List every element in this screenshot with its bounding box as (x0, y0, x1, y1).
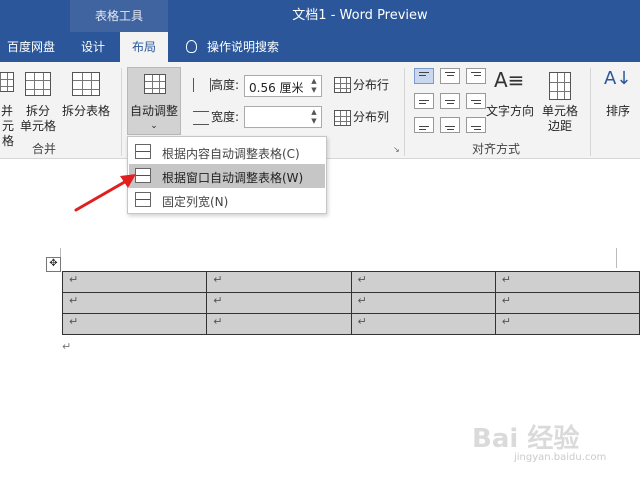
menu-item-label: 根据内容自动调整表格(C) (162, 147, 300, 161)
table-cell[interactable]: ↵ (206, 313, 352, 335)
group-separator (404, 68, 405, 156)
menu-item-autofit-contents[interactable]: 根据内容自动调整表格(C) (129, 140, 325, 164)
menu-item-fixed-column-width[interactable]: 固定列宽(N) (129, 188, 325, 212)
align-bottom-right-icon[interactable] (466, 117, 486, 133)
table-cell[interactable]: ↵ (494, 313, 640, 335)
split-cells-line1: 拆分 (25, 104, 50, 118)
tab-layout[interactable]: 布局 (120, 32, 168, 62)
watermark-url: jingyan.baidu.com (514, 452, 607, 463)
width-label: 宽度: (211, 110, 240, 124)
table-cell[interactable]: ↵ (61, 313, 208, 335)
split-cells-line2: 单元格 (19, 119, 56, 133)
cell-margins-line2: 边距 (547, 119, 572, 133)
distribute-rows-label: 分布行 (353, 78, 390, 92)
document-table[interactable]: ↵ ↵ ↵ ↵ ↵ ↵ ↵ ↵ ↵ ↵ ↵ ↵ (61, 271, 640, 335)
table-cell[interactable]: ↵ (61, 292, 208, 314)
text-direction-label: 文字方向 (485, 104, 534, 118)
menu-item-autofit-window[interactable]: 根据窗口自动调整表格(W) (129, 164, 325, 188)
cell-size-dialog-launcher-icon[interactable]: ↘ (393, 145, 400, 154)
align-middle-left-icon[interactable] (414, 93, 434, 109)
sort-label: 排序 (605, 104, 630, 118)
autofit-label: 自动调整 (129, 104, 178, 118)
lightbulb-icon (186, 40, 197, 53)
tab-design[interactable]: 设计 (70, 32, 116, 62)
width-icon (193, 111, 209, 125)
align-top-center-icon[interactable] (440, 68, 460, 84)
chevron-down-icon: ⌄ (150, 121, 158, 131)
align-top-right-icon[interactable] (466, 68, 486, 84)
distribute-columns-label: 分布列 (353, 110, 390, 124)
table-cell[interactable]: ↵ (494, 271, 640, 293)
text-direction-icon: A≡ (494, 68, 525, 92)
align-bottom-left-icon[interactable] (414, 117, 434, 133)
split-table-label: 拆分表格 (61, 104, 110, 118)
group-separator (121, 68, 122, 156)
split-cells-icon (25, 72, 51, 96)
table-move-handle-icon[interactable]: ✥ (46, 257, 61, 272)
table-cell[interactable]: ↵ (494, 292, 640, 314)
table-cell[interactable]: ↵ (206, 292, 352, 314)
table-cell[interactable]: ↵ (350, 313, 496, 335)
width-spinner[interactable]: ▲ ▼ (244, 106, 322, 128)
margin-mark (616, 248, 617, 268)
table-cell[interactable]: ↵ (350, 292, 496, 314)
split-table-icon (72, 72, 100, 96)
table-row: ↵ ↵ ↵ ↵ (61, 271, 640, 293)
table-cell[interactable]: ↵ (350, 271, 496, 293)
table-row: ↵ ↵ ↵ ↵ (61, 292, 640, 314)
height-value: 0.56 厘米 (249, 81, 304, 95)
height-icon (193, 78, 211, 92)
merge-cells-icon (0, 72, 14, 92)
baidu-watermark: Bai 经验 (472, 424, 580, 454)
align-middle-center-icon[interactable] (440, 93, 460, 109)
height-label: 高度: (211, 78, 240, 92)
height-down-icon[interactable]: ▼ (309, 86, 319, 95)
align-bottom-center-icon[interactable] (440, 117, 460, 133)
group-separator (590, 68, 591, 156)
cell-margins-icon (549, 72, 571, 100)
distribute-rows-icon (334, 77, 351, 93)
height-spinner[interactable]: 0.56 厘米 ▲ ▼ (244, 75, 322, 97)
table-cell[interactable]: ↵ (206, 271, 352, 293)
paragraph-mark: ↵ (62, 340, 72, 353)
tell-me-label: 操作说明搜索 (207, 40, 280, 54)
align-top-left-icon[interactable] (414, 68, 434, 84)
table-cell[interactable]: ↵ (61, 271, 208, 293)
distribute-columns-icon (334, 110, 351, 126)
alignment-group-label: 对齐方式 (472, 142, 521, 156)
tell-me-search[interactable]: 操作说明搜索 (186, 32, 279, 62)
tab-baidu-netdisk[interactable]: 百度网盘 (0, 32, 62, 62)
sort-icon: A↓ (604, 68, 632, 89)
merge-group-label: 合并 (32, 142, 57, 156)
document-title: 文档1 - Word Preview (292, 8, 428, 23)
merge-partial-line2: 元格 (1, 119, 14, 148)
autofit-contents-icon (135, 144, 151, 159)
menu-item-label: 根据窗口自动调整表格(W) (162, 171, 304, 185)
width-up-icon[interactable]: ▲ (309, 108, 319, 117)
autofit-button[interactable]: 自动调整 ⌄ (127, 67, 181, 135)
autofit-dropdown-menu: 根据内容自动调整表格(C) 根据窗口自动调整表格(W) 固定列宽(N) (127, 136, 327, 214)
red-pointer-arrow-icon (74, 174, 136, 212)
merge-partial-line1: 并 (0, 104, 13, 118)
height-up-icon[interactable]: ▲ (309, 77, 319, 86)
table-row: ↵ ↵ ↵ ↵ (61, 313, 640, 335)
menu-item-label: 固定列宽(N) (162, 195, 229, 209)
align-middle-right-icon[interactable] (466, 93, 486, 109)
autofit-icon (144, 74, 166, 94)
width-down-icon[interactable]: ▼ (309, 117, 319, 126)
table-tools-context-label: 表格工具 (70, 0, 168, 32)
cell-margins-line1: 单元格 (541, 104, 578, 118)
